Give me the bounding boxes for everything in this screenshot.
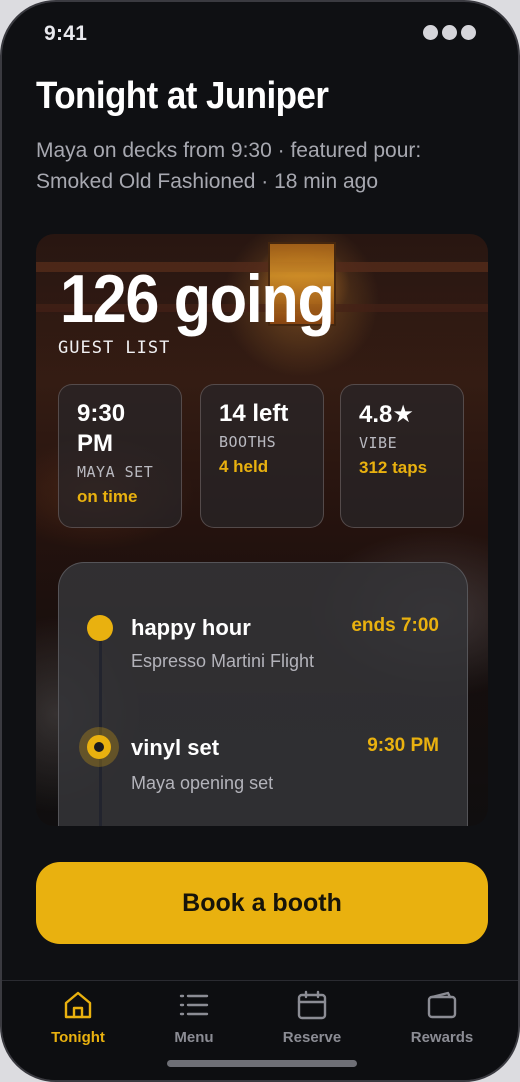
guest-count-label: GUEST LIST — [58, 338, 171, 358]
stat-card-booths[interactable]: 14 left BOOTHS 4 held — [200, 384, 324, 528]
guest-count: 126 going — [60, 261, 335, 337]
event-description: Espresso Martini Flight — [131, 651, 315, 671]
tab-label: Reserve — [282, 1029, 342, 1046]
tab-label: Rewards — [410, 1029, 474, 1046]
stat-card-vibe[interactable]: 4.8★ VIBE 312 taps — [340, 384, 464, 528]
status-dot — [461, 25, 476, 40]
timeline-marker-core — [94, 742, 104, 752]
event-time: 9:30 PM — [367, 735, 439, 756]
star-icon: ★ — [392, 400, 414, 428]
book-booth-button[interactable]: Book a booth — [36, 862, 488, 944]
stat-key: BOOTHS — [219, 433, 277, 451]
status-indicators — [423, 25, 476, 40]
status-dot — [423, 25, 438, 40]
stat-value-row: 4.8★ — [359, 399, 445, 430]
stat-note: 312 taps — [359, 458, 428, 477]
stat-value: 4.8 — [359, 401, 393, 428]
stat-value: 9:30 PM — [77, 400, 126, 457]
stat-key: MAYA SET — [77, 463, 154, 481]
event-timeline: happy hour ends 7:00 Espresso Martini Fl… — [58, 562, 468, 826]
tab-label: Tonight — [51, 1029, 105, 1046]
event-description: Maya opening set — [131, 773, 274, 793]
stat-note: 4 held — [219, 457, 269, 476]
home-indicator[interactable] — [167, 1060, 357, 1067]
wallet-icon — [427, 991, 457, 1019]
status-time: 9:41 — [44, 22, 88, 45]
timeline-marker-fill — [87, 735, 111, 759]
timeline-dot — [87, 615, 113, 641]
page-title: Tonight at Juniper — [36, 75, 329, 117]
page-subtitle: Maya on decks from 9:30 · featured pour:… — [36, 139, 422, 193]
status-dot — [442, 25, 457, 40]
event-title: happy hour — [131, 615, 251, 640]
list-icon — [179, 994, 209, 1016]
tab-menu[interactable]: Menu — [139, 989, 249, 1046]
tab-rewards[interactable]: Rewards — [387, 989, 497, 1046]
tab-tonight[interactable]: Tonight — [23, 989, 133, 1046]
stat-card-set[interactable]: 9:30 PM MAYA SET on time — [58, 384, 182, 528]
timeline-current-marker — [79, 727, 119, 767]
hero-card: 126 going GUEST LIST 9:30 PM MAYA SET on… — [36, 234, 488, 826]
calendar-icon — [297, 990, 327, 1020]
event-title: vinyl set — [131, 735, 220, 760]
stat-key: VIBE — [359, 434, 398, 452]
stat-value: 14 left — [219, 400, 289, 427]
phone-frame: 9:41 Tonight at Juniper Maya on decks fr… — [0, 0, 520, 1082]
tab-reserve[interactable]: Reserve — [257, 989, 367, 1046]
timeline-line — [99, 625, 102, 826]
stat-note: on time — [77, 487, 138, 506]
tab-label: Menu — [174, 1029, 214, 1046]
event-time: ends 7:00 — [351, 615, 439, 636]
home-icon — [64, 991, 92, 1019]
